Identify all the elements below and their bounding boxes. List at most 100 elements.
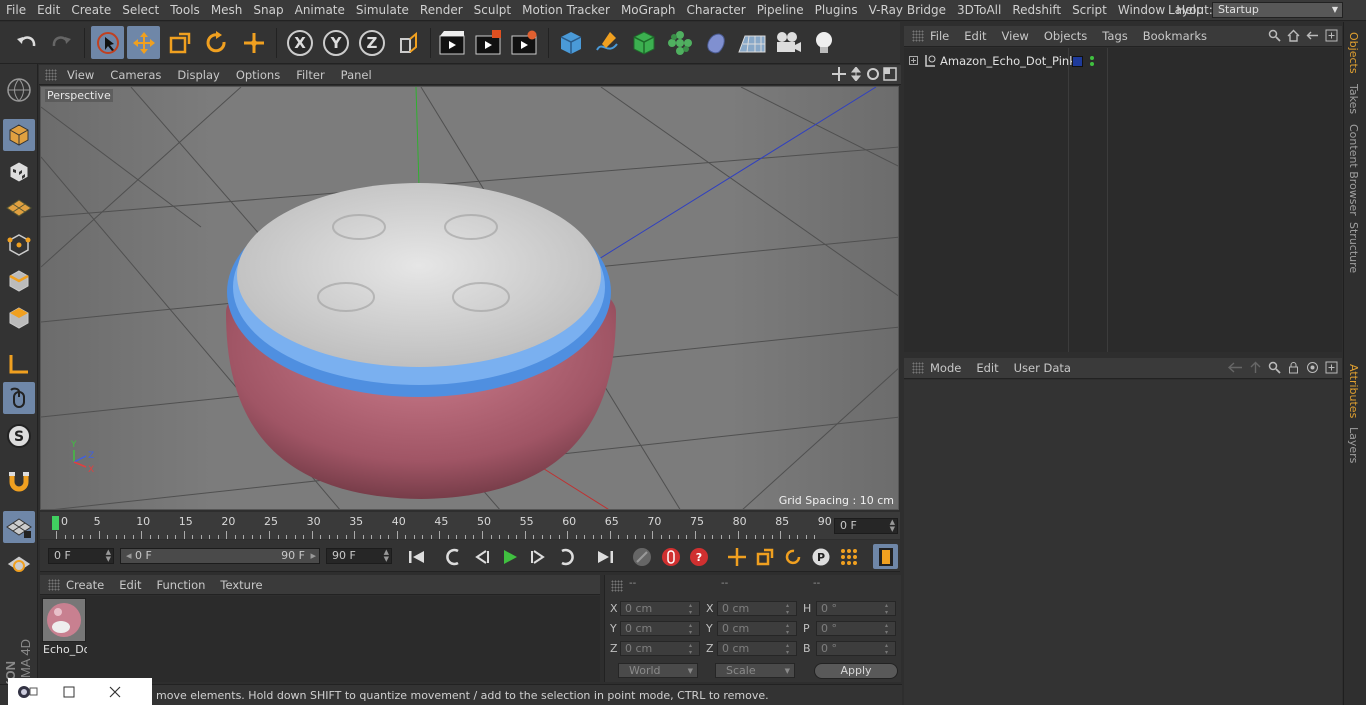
menu-vray-bridge[interactable]: V-Ray Bridge [863, 0, 951, 21]
previous-frame-icon[interactable] [469, 544, 494, 569]
tweak-mode-icon[interactable] [3, 382, 35, 414]
menu-edit[interactable]: Edit [31, 0, 65, 21]
menu-render[interactable]: Render [414, 0, 468, 21]
cloner-icon[interactable] [663, 26, 696, 59]
editor-visibility-dot[interactable] [1090, 56, 1094, 60]
menu-window[interactable]: Window [1112, 0, 1170, 21]
tab-layers[interactable]: Layers [1347, 427, 1360, 463]
menu-select[interactable]: Select [116, 0, 164, 21]
material-name-label[interactable]: Echo_Do [43, 643, 87, 656]
texture-mode-icon[interactable] [3, 156, 35, 188]
subdivision-surface-icon[interactable] [627, 26, 660, 59]
edges-mode-icon[interactable] [3, 265, 35, 297]
attributes-menu-user-data[interactable]: User Data [1014, 361, 1071, 375]
y-axis-lock-icon[interactable]: Y [319, 26, 352, 59]
keyframe-rotation-icon[interactable] [780, 544, 805, 569]
planar-workplane-icon[interactable] [3, 548, 35, 580]
start-frame-field[interactable]: 0 F ▲ ▼ [48, 548, 114, 564]
model-mode-icon[interactable] [3, 119, 35, 151]
keyframe-parameter-icon[interactable]: P [808, 544, 833, 569]
object-name[interactable]: Amazon_Echo_Dot_Pink [940, 54, 1076, 68]
menu-plugins[interactable]: Plugins [809, 0, 863, 21]
tab-objects[interactable]: Objects [1347, 32, 1360, 74]
live-selection-icon[interactable] [91, 26, 124, 59]
menu-animate[interactable]: Animate [289, 0, 350, 21]
motion-record-icon[interactable] [629, 544, 654, 569]
keyframe-scale-icon[interactable] [752, 544, 777, 569]
rotate-icon[interactable] [199, 26, 232, 59]
x-axis-lock-icon[interactable]: X [283, 26, 316, 59]
menu-redshift[interactable]: Redshift [1006, 0, 1066, 21]
objects-menu-edit[interactable]: Edit [964, 29, 986, 43]
menu-script[interactable]: Script [1066, 0, 1112, 21]
menu-file[interactable]: File [0, 0, 31, 21]
frame-range-slider[interactable]: ◂ 0 F 90 F ▸ [120, 548, 320, 564]
undo-icon[interactable] [10, 26, 43, 59]
tab-content-browser[interactable]: Content Browser [1347, 124, 1360, 216]
menu-sculpt[interactable]: Sculpt [468, 0, 516, 21]
render-settings-icon[interactable] [507, 26, 540, 59]
end-frame-field[interactable]: 90 F ▲ ▼ [326, 548, 392, 564]
3d-viewport[interactable]: Y Z X Perspective Grid Spacing : 10 cm [40, 86, 899, 510]
objects-menu-view[interactable]: View [1002, 29, 1029, 43]
menu-create[interactable]: Create [65, 0, 116, 21]
menu-snap[interactable]: Snap [247, 0, 288, 21]
coordinate-space-dropdown[interactable]: World [618, 663, 698, 678]
next-frame-icon[interactable] [525, 544, 550, 569]
back-icon[interactable] [1306, 29, 1319, 42]
menu-character[interactable]: Character [680, 0, 750, 21]
maximize-view-icon[interactable] [883, 67, 897, 81]
move-icon[interactable] [127, 26, 160, 59]
position-y-field[interactable]: 0 cm [620, 621, 700, 636]
position-x-field[interactable]: 0 cm [620, 601, 700, 616]
menu-mograph[interactable]: MoGraph [615, 0, 681, 21]
layer-color-swatch[interactable] [1072, 56, 1083, 67]
viewport-menu-filter[interactable]: Filter [296, 68, 324, 82]
render-to-picture-viewer-icon[interactable] [471, 26, 504, 59]
new-panel-icon[interactable] [1325, 361, 1338, 374]
menu-tools[interactable]: Tools [164, 0, 205, 21]
material-menu-function[interactable]: Function [157, 578, 206, 592]
attributes-menu-edit[interactable]: Edit [976, 361, 998, 375]
orbit-view-icon[interactable] [866, 67, 880, 81]
position-z-field[interactable]: 0 cm [620, 641, 700, 656]
viewport-menu-cameras[interactable]: Cameras [110, 68, 161, 82]
cube-primitive-icon[interactable] [554, 26, 587, 59]
rotation-b-field[interactable]: 0 ° [816, 641, 896, 656]
objects-menu-bookmarks[interactable]: Bookmarks [1143, 29, 1207, 43]
expand-toggle-icon[interactable] [909, 56, 918, 65]
redo-icon[interactable] [44, 26, 77, 59]
playhead[interactable] [52, 516, 59, 530]
keyframe-point-level-icon[interactable] [836, 544, 861, 569]
dolly-view-icon[interactable] [849, 67, 863, 81]
menu-simulate[interactable]: Simulate [350, 0, 414, 21]
menu-mesh[interactable]: Mesh [205, 0, 248, 21]
light-icon[interactable] [807, 26, 840, 59]
magnet-icon[interactable] [3, 466, 35, 498]
autokeying-icon[interactable]: ? [686, 544, 711, 569]
render-visibility-dot[interactable] [1090, 62, 1094, 66]
viewport-menu-display[interactable]: Display [177, 68, 219, 82]
home-icon[interactable] [1287, 29, 1300, 42]
attributes-menu-mode[interactable]: Mode [930, 361, 961, 375]
target-icon[interactable] [1306, 361, 1319, 374]
polygons-mode-icon[interactable] [3, 302, 35, 334]
locked-workplane-icon[interactable] [3, 511, 35, 543]
current-frame-field[interactable]: 0 F ▲ ▼ [834, 518, 898, 534]
material-menu-texture[interactable]: Texture [220, 578, 262, 592]
timeline-window-icon[interactable] [873, 544, 898, 569]
keyframe-position-icon[interactable] [724, 544, 749, 569]
make-editable-icon[interactable] [3, 74, 35, 106]
new-panel-icon[interactable] [1325, 29, 1338, 42]
transform-icon[interactable] [237, 26, 270, 59]
material-menu-edit[interactable]: Edit [119, 578, 141, 592]
close-icon[interactable] [108, 685, 122, 699]
maximize-icon[interactable] [62, 685, 76, 699]
timeline-ruler[interactable]: 0 5 10 15 20 25 30 35 40 45 50 55 60 65 70 75 80 85 90 0 F… [40, 512, 900, 539]
size-x-field[interactable]: 0 cm [717, 601, 797, 616]
z-axis-lock-icon[interactable]: Z [355, 26, 388, 59]
axis-mode-icon[interactable] [3, 348, 35, 380]
play-forward-icon[interactable] [497, 544, 522, 569]
previous-key-icon[interactable] [441, 544, 466, 569]
go-to-start-icon[interactable] [404, 544, 429, 569]
